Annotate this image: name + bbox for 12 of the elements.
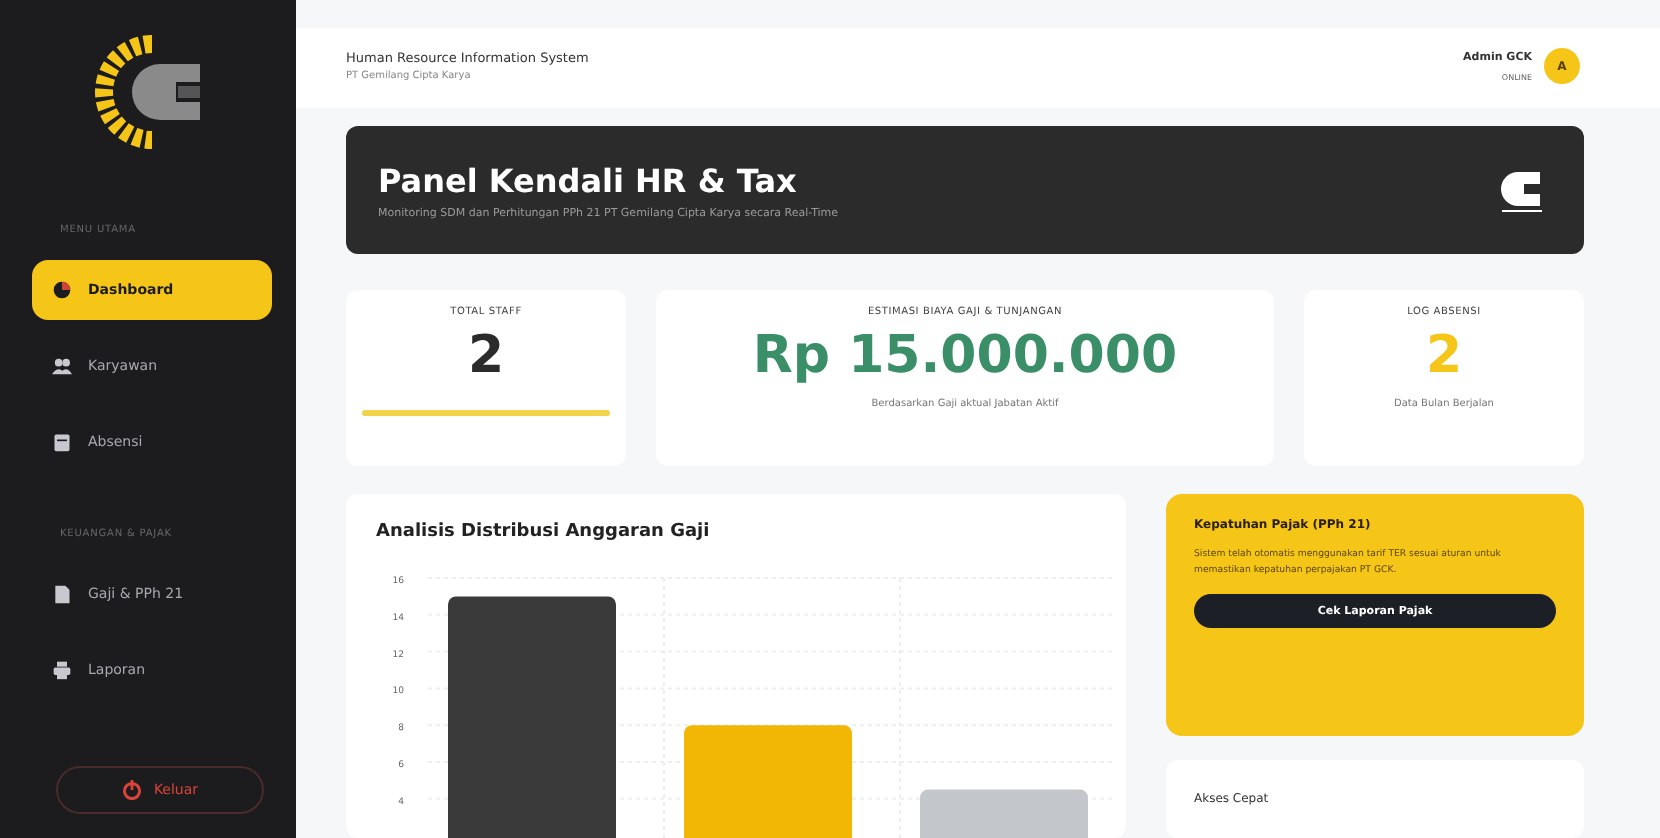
printer-icon [52,660,72,680]
calendar-icon [52,432,72,452]
banner-title: Panel Kendali HR & Tax [378,161,799,199]
document-icon [52,584,72,604]
stat-value: 2 [1425,326,1463,386]
stat-value: Rp 15.000.000 [752,326,1178,386]
stat-value: 2 [467,326,505,386]
power-icon [121,780,142,800]
chart-title: Analisis Distribusi Anggaran Gaji [376,522,712,542]
pie-chart-icon [52,280,72,300]
users-icon [52,356,72,376]
logo-icon [1500,168,1544,212]
